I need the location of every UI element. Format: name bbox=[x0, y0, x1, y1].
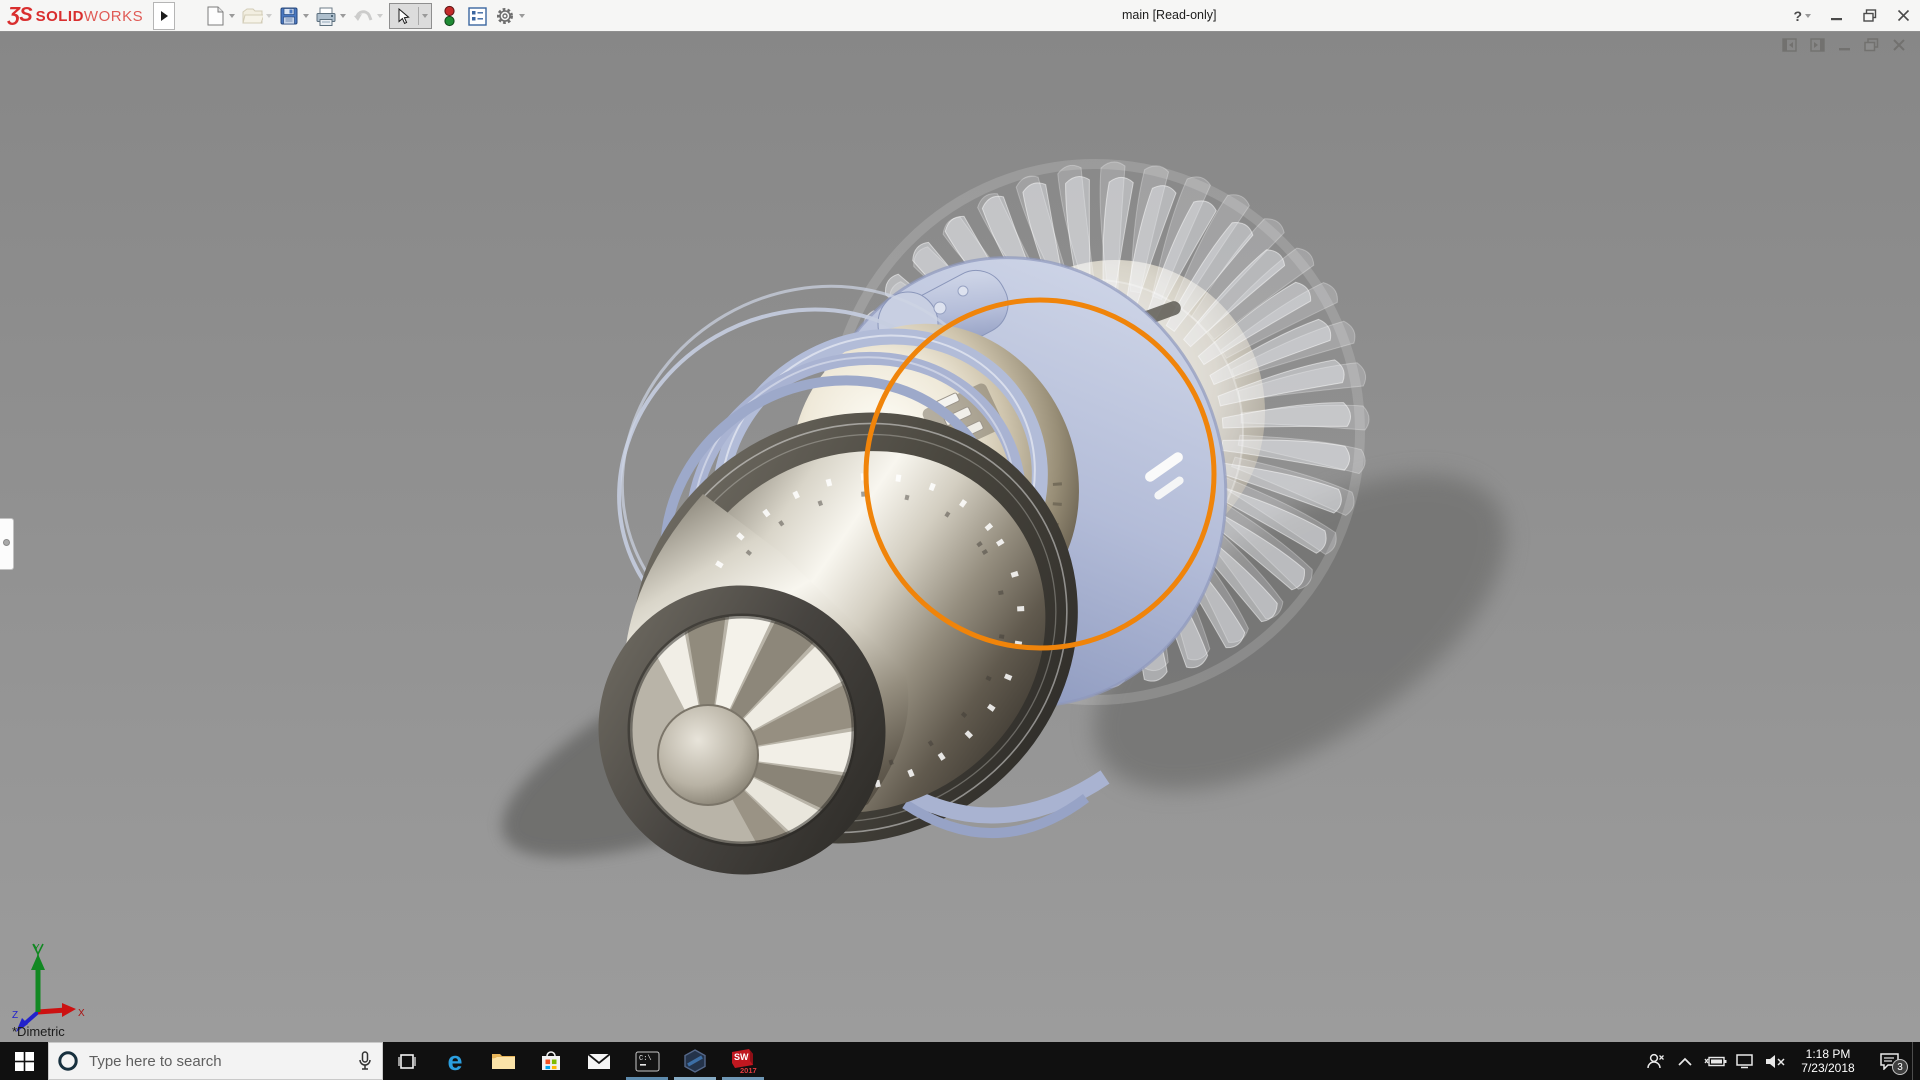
sw-letters: SW bbox=[734, 1052, 749, 1062]
select-tool-button[interactable] bbox=[389, 3, 432, 29]
brand-works: WORKS bbox=[84, 8, 143, 25]
restore-button[interactable] bbox=[1863, 9, 1877, 22]
battery-button[interactable] bbox=[1700, 1042, 1730, 1080]
options-button[interactable] bbox=[494, 3, 525, 29]
battery-icon bbox=[1703, 1055, 1727, 1068]
edge-icon: e bbox=[447, 1048, 462, 1075]
open-button[interactable] bbox=[241, 3, 272, 29]
quick-access-toolbar bbox=[204, 3, 525, 29]
printer-icon bbox=[315, 5, 337, 27]
chevron-up-icon bbox=[1678, 1057, 1692, 1066]
people-icon bbox=[1645, 1052, 1665, 1070]
engine-model[interactable] bbox=[0, 32, 1920, 1042]
graphics-viewport[interactable]: Z X Y *Dimetric bbox=[0, 32, 1920, 1042]
properties-button[interactable] bbox=[466, 3, 488, 29]
hidden-icons-button[interactable] bbox=[1670, 1042, 1700, 1080]
undo-button[interactable] bbox=[352, 3, 383, 29]
task-view-button[interactable] bbox=[383, 1042, 431, 1080]
brand-3s-glyph: ƷS bbox=[8, 4, 32, 27]
solidworks-logo[interactable]: ƷS SOLID WORKS bbox=[8, 4, 143, 27]
sw-year: 2017 bbox=[740, 1066, 757, 1074]
open-folder-icon bbox=[241, 5, 263, 27]
notification-badge: 3 bbox=[1892, 1059, 1908, 1075]
start-button[interactable] bbox=[0, 1042, 48, 1080]
menu-flyout-button[interactable] bbox=[153, 2, 175, 30]
close-icon bbox=[1897, 9, 1910, 22]
help-button[interactable]: ? bbox=[1793, 8, 1811, 24]
mail-icon bbox=[587, 1053, 611, 1070]
help-dropdown[interactable] bbox=[1805, 14, 1811, 18]
taskbar-file-explorer[interactable] bbox=[479, 1042, 527, 1080]
windows-logo-icon bbox=[15, 1052, 34, 1071]
undo-dropdown[interactable] bbox=[377, 14, 383, 18]
select-dropdown[interactable] bbox=[422, 14, 428, 18]
search-placeholder: Type here to search bbox=[89, 1053, 348, 1070]
command-prompt-icon: C:\ bbox=[635, 1051, 660, 1072]
cmd-text: C:\ bbox=[639, 1055, 652, 1063]
triad-z-label: Z bbox=[12, 1010, 18, 1021]
triad-y-label: Y bbox=[33, 943, 40, 954]
save-floppy-icon bbox=[278, 5, 300, 27]
title-bar: ƷS SOLID WORKS bbox=[0, 0, 1920, 32]
solidworks-2017-icon: SW 2017 bbox=[729, 1048, 757, 1074]
traffic-light-icon bbox=[438, 5, 460, 27]
minimize-icon bbox=[1831, 10, 1843, 22]
taskbar-cad-viewer[interactable] bbox=[671, 1042, 719, 1080]
restore-icon bbox=[1863, 9, 1877, 22]
save-dropdown[interactable] bbox=[303, 14, 309, 18]
select-cursor-icon bbox=[393, 5, 415, 27]
new-document-button[interactable] bbox=[204, 3, 235, 29]
open-dropdown[interactable] bbox=[266, 14, 272, 18]
undo-arrow-icon bbox=[352, 5, 374, 27]
properties-list-icon bbox=[466, 5, 488, 27]
triad-x-label: X bbox=[78, 1008, 85, 1019]
search-box[interactable]: Type here to search bbox=[48, 1042, 383, 1080]
microphone-icon[interactable] bbox=[358, 1051, 372, 1071]
options-dropdown[interactable] bbox=[519, 14, 525, 18]
document-title: main [Read-only] bbox=[1122, 8, 1217, 22]
save-button[interactable] bbox=[278, 3, 309, 29]
show-desktop-button[interactable] bbox=[1912, 1042, 1920, 1080]
volume-muted-icon bbox=[1765, 1054, 1786, 1069]
new-document-dropdown[interactable] bbox=[229, 14, 235, 18]
taskbar-command-prompt[interactable]: C:\ bbox=[623, 1042, 671, 1080]
brand-solid: SOLID bbox=[36, 8, 84, 25]
taskbar-store[interactable] bbox=[527, 1042, 575, 1080]
minimize-button[interactable] bbox=[1831, 10, 1843, 22]
task-view-icon bbox=[397, 1053, 417, 1070]
people-button[interactable] bbox=[1640, 1042, 1670, 1080]
reference-triad: Z X Y bbox=[8, 940, 88, 1032]
new-document-icon bbox=[204, 5, 226, 27]
selection-colors-button[interactable] bbox=[438, 3, 460, 29]
print-dropdown[interactable] bbox=[340, 14, 346, 18]
clock-date: 7/23/2018 bbox=[1790, 1061, 1866, 1075]
store-icon bbox=[540, 1050, 562, 1072]
solidworks-window: ƷS SOLID WORKS bbox=[0, 0, 1920, 1080]
help-icon: ? bbox=[1793, 8, 1802, 24]
taskbar-mail[interactable] bbox=[575, 1042, 623, 1080]
window-controls: ? bbox=[1793, 0, 1910, 31]
clock[interactable]: 1:18 PM 7/23/2018 bbox=[1790, 1042, 1866, 1080]
flyout-arrow-icon bbox=[160, 10, 169, 22]
volume-button[interactable] bbox=[1760, 1042, 1790, 1080]
network-button[interactable] bbox=[1730, 1042, 1760, 1080]
cad-viewer-hexagon-icon bbox=[683, 1049, 707, 1073]
network-icon bbox=[1735, 1053, 1755, 1069]
file-explorer-icon bbox=[491, 1051, 516, 1071]
cortana-icon bbox=[57, 1050, 79, 1072]
view-orientation-label: *Dimetric bbox=[12, 1024, 65, 1039]
taskbar-solidworks[interactable]: SW 2017 bbox=[719, 1042, 767, 1080]
taskbar: Type here to search e bbox=[0, 1042, 1920, 1080]
close-button[interactable] bbox=[1897, 9, 1910, 22]
taskbar-edge[interactable]: e bbox=[431, 1042, 479, 1080]
gear-icon bbox=[494, 5, 516, 27]
clock-time: 1:18 PM bbox=[1790, 1047, 1866, 1061]
system-tray: 1:18 PM 7/23/2018 3 bbox=[1640, 1042, 1920, 1080]
print-button[interactable] bbox=[315, 3, 346, 29]
action-center-button[interactable]: 3 bbox=[1866, 1042, 1912, 1080]
